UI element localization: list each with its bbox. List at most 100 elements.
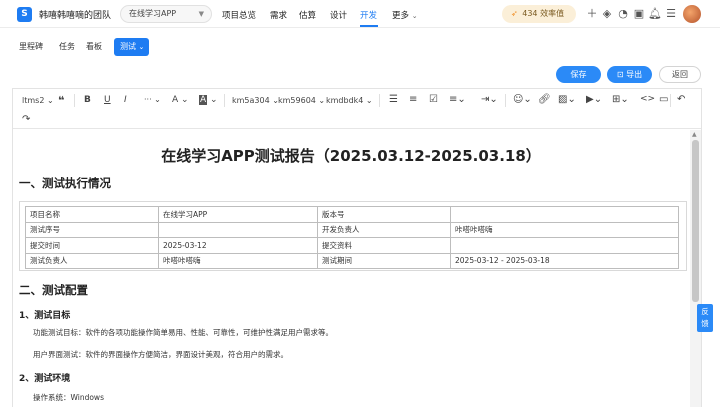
nav-item-more-label: 更多 [392,11,410,21]
export-button[interactable]: ⊡ 导出 [607,66,652,83]
font-family-dropdown[interactable]: km59604 ⌄ [278,96,325,105]
underline-icon[interactable]: U [104,95,111,105]
table-cell[interactable] [158,221,318,238]
chevron-down-icon: ⌄ [411,12,418,20]
user-avatar[interactable] [683,5,701,23]
more-format-label: ··· [144,95,152,104]
document-title: 在线学习APP测试报告（2025.03.12-2025.03.18） [161,147,541,165]
more-format-dropdown[interactable]: ··· ⌄ [144,95,161,104]
text-color-icon[interactable]: A ⌄ [172,95,189,105]
table-cell[interactable] [450,206,679,223]
project-selector[interactable]: 在线学习APP ▼ [120,5,212,23]
heading-dropdown[interactable]: ltms2 ⌄ [22,96,54,105]
font-family-label: km59604 [278,96,316,105]
link-icon[interactable]: 🔗︎ [538,94,551,105]
team-name[interactable]: 韩嘻韩嘻嘀的团队 [39,8,111,21]
redo-icon[interactable]: ↷ [22,114,30,125]
scroll-up-icon[interactable]: ▲ [692,131,697,138]
cube-icon[interactable]: ▣ [632,7,646,21]
feedback-label-2: 馈 [701,319,709,328]
pie-chart-icon[interactable]: ◔ [616,7,630,21]
section-heading-execution: 一、测试执行情况 [19,176,111,190]
align-dropdown[interactable]: ≡⌄ [449,94,466,105]
table-cell[interactable]: 测试序号 [25,221,159,238]
bullet-list-icon[interactable]: ☰ [389,94,398,105]
font-size-dropdown[interactable]: km5a304 ⌄ [232,96,279,105]
table-cell[interactable]: 测试负责人 [25,252,159,269]
team-logo[interactable]: S [17,7,32,22]
document-body[interactable]: 在线学习APP测试报告（2025.03.12-2025.03.18） 一、测试执… [13,130,689,407]
paragraph-ui-goal: 用户界面测试：软件的界面操作方便简洁，界面设计美观，符合用户的需求。 [33,350,288,359]
bell-icon[interactable]: 🔔︎ [648,7,662,21]
rich-text-editor: ltms2 ⌄ ❝ B U I ··· ⌄ A ⌄ A ⌄ km5a304 ⌄ … [12,88,702,407]
image-dropdown[interactable]: ▨⌄ [558,94,576,105]
rocket-icon: ➶ [511,9,518,18]
table-cell[interactable]: 提交资料 [317,237,451,254]
table-cell[interactable]: 开发负责人 [317,221,451,238]
quote-icon[interactable]: ❝ [58,94,64,107]
italic-icon[interactable]: I [124,95,127,105]
plus-icon[interactable]: ＋ [585,7,599,21]
tab-testing[interactable]: 测试 ⌄ [114,38,149,56]
subheading-test-goal: 1、测试目标 [19,311,71,321]
video-dropdown[interactable]: ▶⌄ [586,94,602,105]
undo-icon[interactable]: ↶ [677,94,685,105]
nav-item-requirements[interactable]: 需求 [270,9,287,21]
feedback-label-1: 反 [701,307,709,316]
efficiency-badge[interactable]: ➶ 434 效率值 [502,5,576,23]
table-row: 测试序号 开发负责人 咔嗒咔嗒嗨 [25,221,679,238]
table-cell[interactable]: 咔嗒咔嗒嗨 [450,221,679,238]
emoji-dropdown[interactable]: ☺⌄ [513,94,532,105]
table-cell[interactable]: 版本号 [317,206,451,223]
table-row: 提交时间 2025-03-12 提交资料 [25,237,679,254]
paragraph-functional-goal: 功能测试目标：软件的各项功能操作简单易用、性能、可靠性，可维护性满足用户需求等。 [33,328,333,337]
line-height-label: kmdbdk4 [326,96,364,105]
checklist-icon[interactable]: ☑ [429,94,438,105]
highlight-color-icon[interactable]: A ⌄ [199,95,218,105]
efficiency-label: 效率值 [540,9,565,18]
numbered-list-icon[interactable]: ≡ [409,94,417,105]
horizontal-rule-icon[interactable]: ▭ [659,94,668,105]
tab-tasks[interactable]: 任务 [59,41,75,52]
nav-item-overview[interactable]: 项目总览 [222,9,256,21]
feedback-button[interactable]: 反 馈 [697,304,713,332]
section-heading-config: 二、测试配置 [19,283,88,297]
back-button[interactable]: 返回 [659,66,701,83]
table-cell[interactable]: 2025-03-12 [158,237,318,254]
line-height-dropdown[interactable]: kmdbdk4 ⌄ [326,96,373,105]
tab-kanban[interactable]: 看板 [86,41,102,52]
table-cell[interactable]: 项目名称 [25,206,159,223]
scrollbar-thumb[interactable] [692,140,699,302]
heading-dropdown-label: ltms2 [22,96,45,105]
chevron-down-icon: ⌄ [138,43,145,51]
nav-item-estimate[interactable]: 估算 [299,9,316,21]
export-button-label: 导出 [626,70,643,79]
table-row: 测试负责人 咔嗒咔嗒嗨 测试期间 2025-03-12 - 2025-03-18 [25,252,679,269]
table-cell[interactable]: 2025-03-12 - 2025-03-18 [450,252,679,269]
table-cell[interactable]: 测试期间 [317,252,451,269]
nav-item-development[interactable]: 开发 [360,9,377,21]
table-cell[interactable] [450,237,679,254]
bold-icon[interactable]: B [84,95,91,105]
tab-milestones[interactable]: 里程碑 [19,41,43,52]
info-table-container: 项目名称 在线学习APP 版本号 测试序号 开发负责人 咔嗒咔嗒嗨 提交时间 2… [19,201,687,271]
code-icon[interactable]: <> [640,94,655,104]
settings-sliders-icon[interactable]: ☰ [664,7,678,21]
layers-icon[interactable]: ◈ [600,7,614,21]
subheading-test-env: 2、测试环境 [19,374,71,384]
info-table: 项目名称 在线学习APP 版本号 测试序号 开发负责人 咔嗒咔嗒嗨 提交时间 2… [25,206,679,269]
table-cell[interactable]: 咔嗒咔嗒嗨 [158,252,318,269]
indent-dropdown[interactable]: ⇥⌄ [481,94,498,105]
nav-item-design[interactable]: 设计 [330,9,347,21]
nav-item-more[interactable]: 更多 ⌄ [392,9,418,21]
table-cell[interactable]: 在线学习APP [158,206,318,223]
sub-tabs: 里程碑 任务 看板 [0,28,720,62]
document-scrollbar[interactable]: ▲ [690,130,701,407]
table-cell[interactable]: 提交时间 [25,237,159,254]
editor-toolbar: ltms2 ⌄ ❝ B U I ··· ⌄ A ⌄ A ⌄ km5a304 ⌄ … [13,89,701,129]
table-row: 项目名称 在线学习APP 版本号 [25,206,679,223]
efficiency-value: 434 [522,9,538,18]
save-button[interactable]: 保存 [556,66,601,83]
tab-testing-label: 测试 [120,42,136,51]
table-dropdown[interactable]: ⊞⌄ [612,94,629,105]
